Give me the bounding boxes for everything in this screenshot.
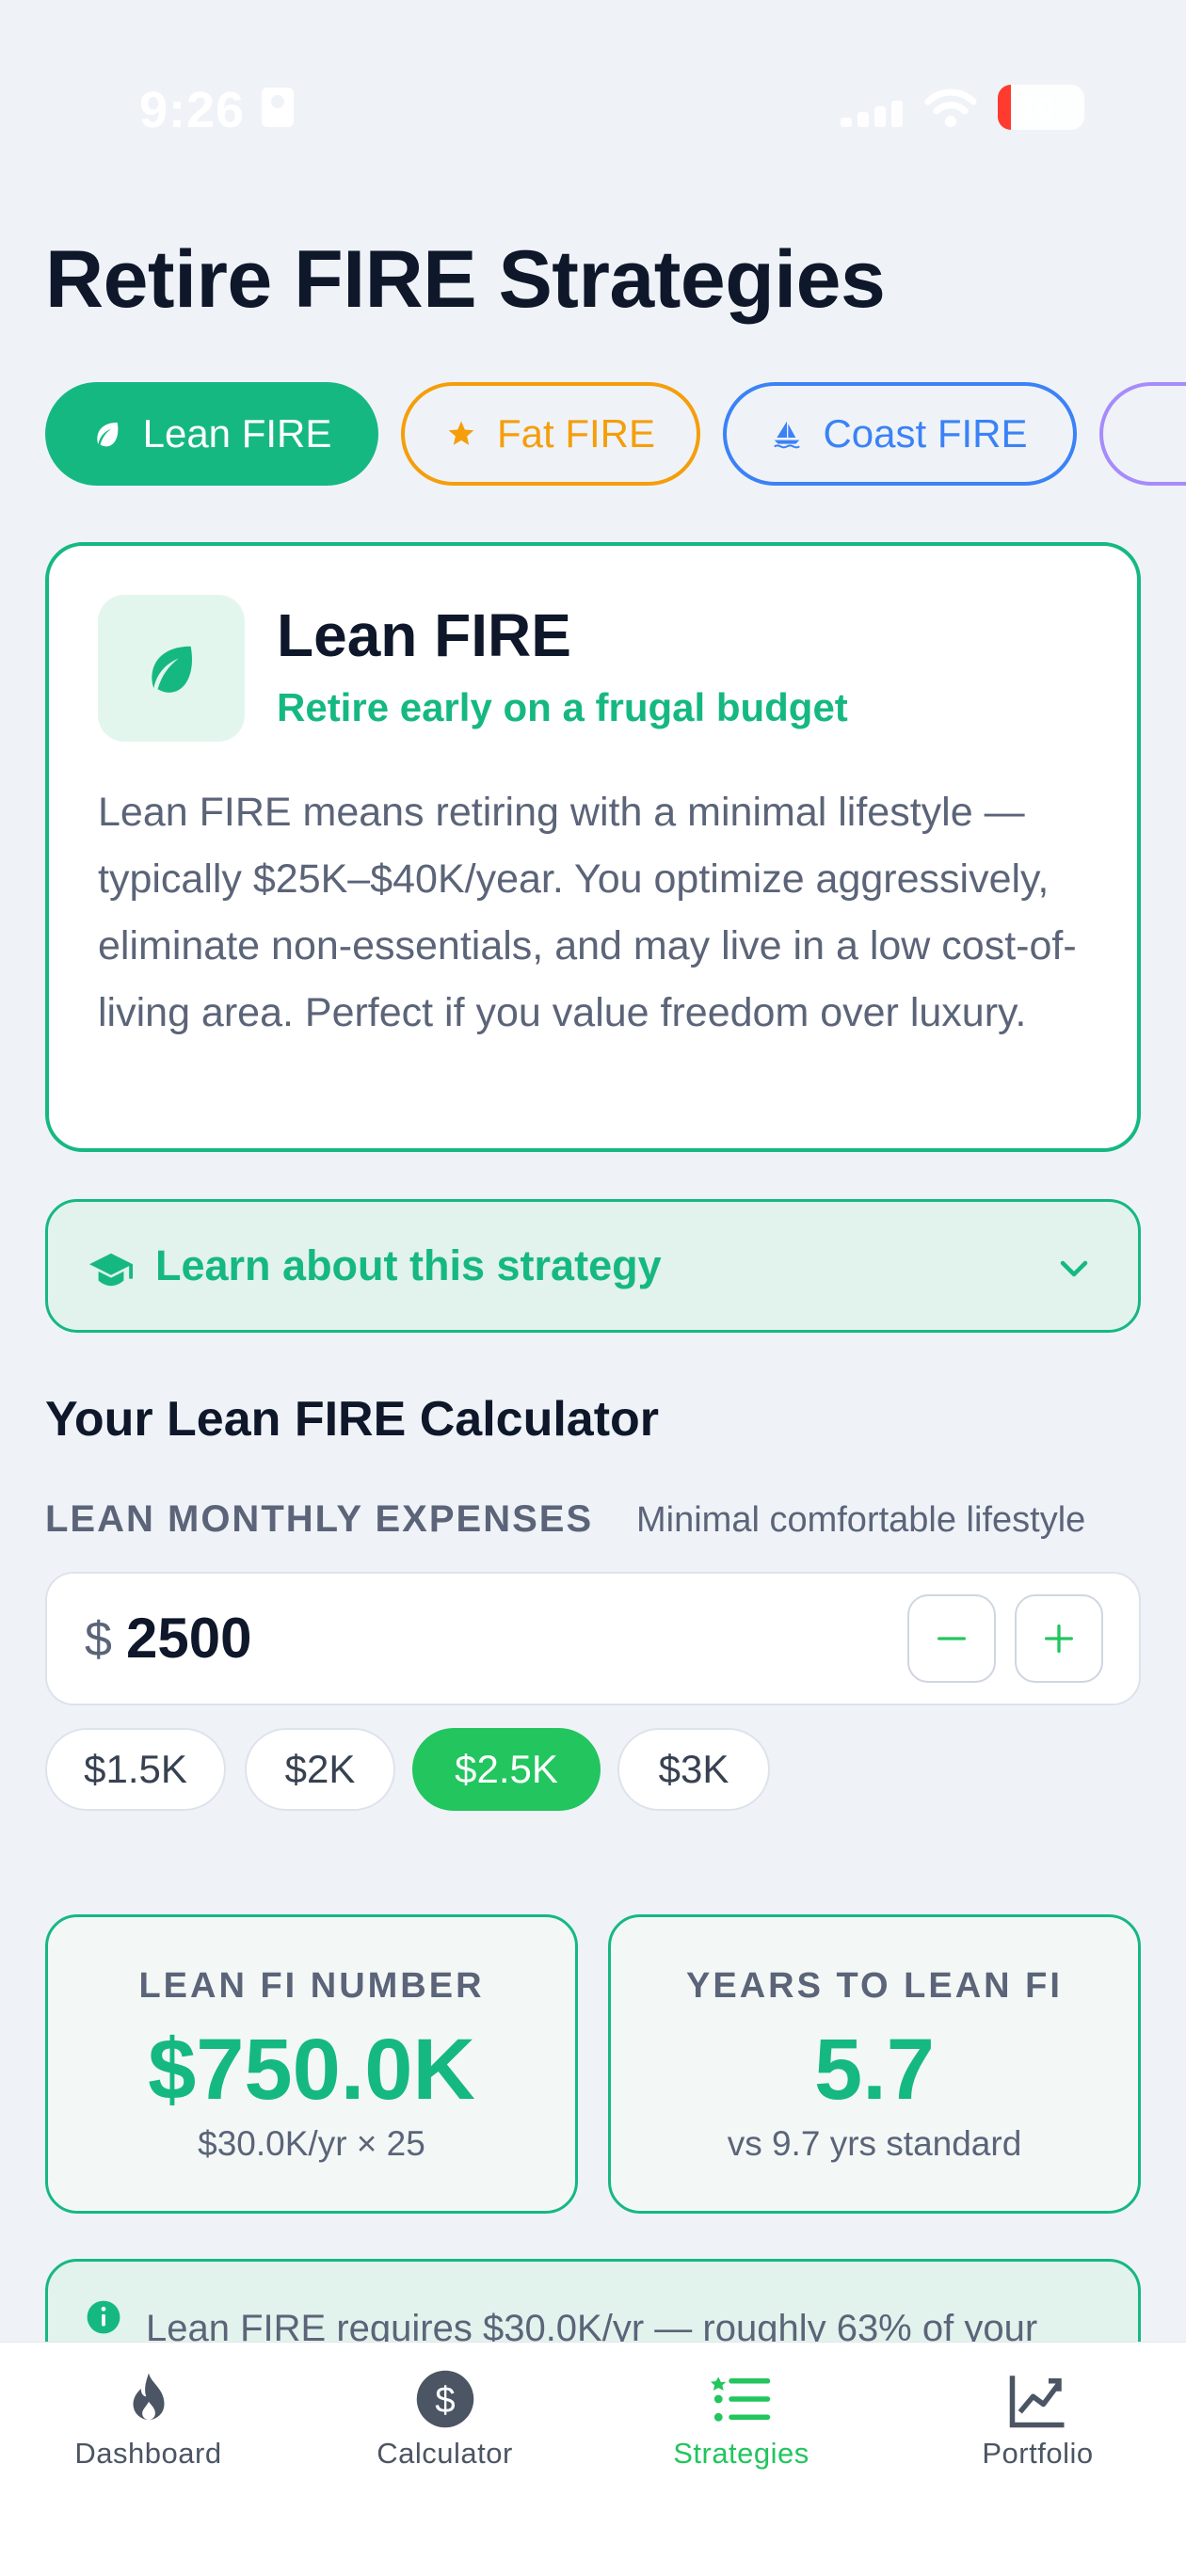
years-comparison: vs 9.7 yrs standard: [727, 2124, 1022, 2163]
calculator-title: Your Lean FIRE Calculator: [45, 1392, 660, 1447]
currency-symbol: $: [85, 1612, 112, 1667]
increase-button[interactable]: [1015, 1594, 1103, 1683]
nav-label: Portfolio: [982, 2437, 1094, 2470]
fi-number-card: LEAN FI NUMBER $750.0K $30.0K/yr × 25: [45, 1914, 578, 2214]
list-icon: [708, 2365, 776, 2433]
info-icon: [87, 2300, 120, 2334]
star-icon: [448, 421, 474, 445]
leaf-icon: [152, 646, 192, 693]
nav-dashboard[interactable]: Dashboard: [0, 2343, 296, 2531]
sailboat-icon: [774, 421, 801, 449]
expense-presets: $1.5K $2K $2.5K $3K: [45, 1728, 1175, 1811]
nav-label: Dashboard: [74, 2437, 222, 2470]
tab-label: Coast FIRE: [823, 411, 1028, 456]
nav-portfolio[interactable]: Portfolio: [890, 2343, 1186, 2531]
nav-label: Strategies: [673, 2437, 809, 2470]
fi-number-formula: $30.0K/yr × 25: [198, 2124, 425, 2163]
preset-chip[interactable]: $2K: [245, 1728, 395, 1811]
signal-icon: [841, 99, 906, 127]
fi-number-value: $750.0K: [148, 2022, 475, 2118]
tab-more-strategies[interactable]: [1099, 382, 1186, 486]
monthly-expenses-input[interactable]: [126, 1606, 691, 1671]
dollar-icon: $: [411, 2365, 479, 2433]
status-bar: 9:26 10: [0, 0, 1186, 198]
chart-line-icon: [1004, 2365, 1072, 2433]
decrease-button[interactable]: [907, 1594, 996, 1683]
flame-icon: [115, 2365, 183, 2433]
strategy-icon-box: [98, 595, 245, 742]
years-to-fi-card: YEARS TO LEAN FI 5.7 vs 9.7 yrs standard: [608, 1914, 1141, 2214]
tab-label: Lean FIRE: [142, 411, 332, 456]
years-label: YEARS TO LEAN FI: [686, 1966, 1063, 2006]
plus-icon: [1045, 1624, 1073, 1653]
tab-fat-fire[interactable]: Fat FIRE: [401, 382, 700, 486]
preset-chip-selected[interactable]: $2.5K: [412, 1728, 601, 1811]
nav-calculator[interactable]: $ Calculator: [296, 2343, 593, 2531]
minus-icon: [938, 1637, 966, 1640]
bottom-nav: Dashboard $ Calculator Strategies Portfo…: [0, 2342, 1186, 2576]
strategy-title: Lean FIRE: [277, 601, 571, 669]
fi-number-label: LEAN FI NUMBER: [138, 1966, 485, 2006]
leaf-icon: [96, 423, 118, 447]
nav-label: Calculator: [377, 2437, 513, 2470]
strategy-subtitle: Retire early on a frugal budget: [277, 685, 848, 729]
battery-icon: 10: [998, 85, 1084, 130]
learn-label: Learn about this strategy: [155, 1241, 662, 1289]
monthly-expenses-field: $: [45, 1572, 1141, 1705]
expenses-label: LEAN MONTHLY EXPENSES: [45, 1498, 594, 1540]
preset-chip[interactable]: $3K: [617, 1728, 770, 1811]
chevron-down-icon: [1060, 1260, 1088, 1277]
svg-text:$: $: [435, 2380, 455, 2421]
strategy-tabs: Lean FIRE Fat FIRE Coast FIRE: [45, 382, 1186, 486]
strategy-card: Lean FIRE Retire early on a frugal budge…: [45, 542, 1141, 1152]
graduation-cap-icon: [89, 1253, 133, 1287]
contact-card-icon: [262, 88, 294, 127]
tab-lean-fire[interactable]: Lean FIRE: [45, 382, 378, 486]
wifi-icon: [924, 88, 977, 127]
preset-chip[interactable]: $1.5K: [45, 1728, 226, 1811]
page-title: Retire FIRE Strategies: [45, 234, 886, 325]
learn-about-strategy-button[interactable]: Learn about this strategy: [45, 1199, 1141, 1333]
tab-label: Fat FIRE: [496, 411, 656, 456]
tab-coast-fire[interactable]: Coast FIRE: [723, 382, 1077, 486]
expenses-hint: Minimal comfortable lifestyle: [636, 1500, 1086, 1540]
nav-strategies[interactable]: Strategies: [593, 2343, 890, 2531]
battery-level: 10: [1020, 91, 1054, 125]
status-time: 9:26: [139, 82, 246, 138]
years-value: 5.7: [814, 2022, 935, 2118]
strategy-description: Lean FIRE means retiring with a minimal …: [98, 790, 1077, 1035]
